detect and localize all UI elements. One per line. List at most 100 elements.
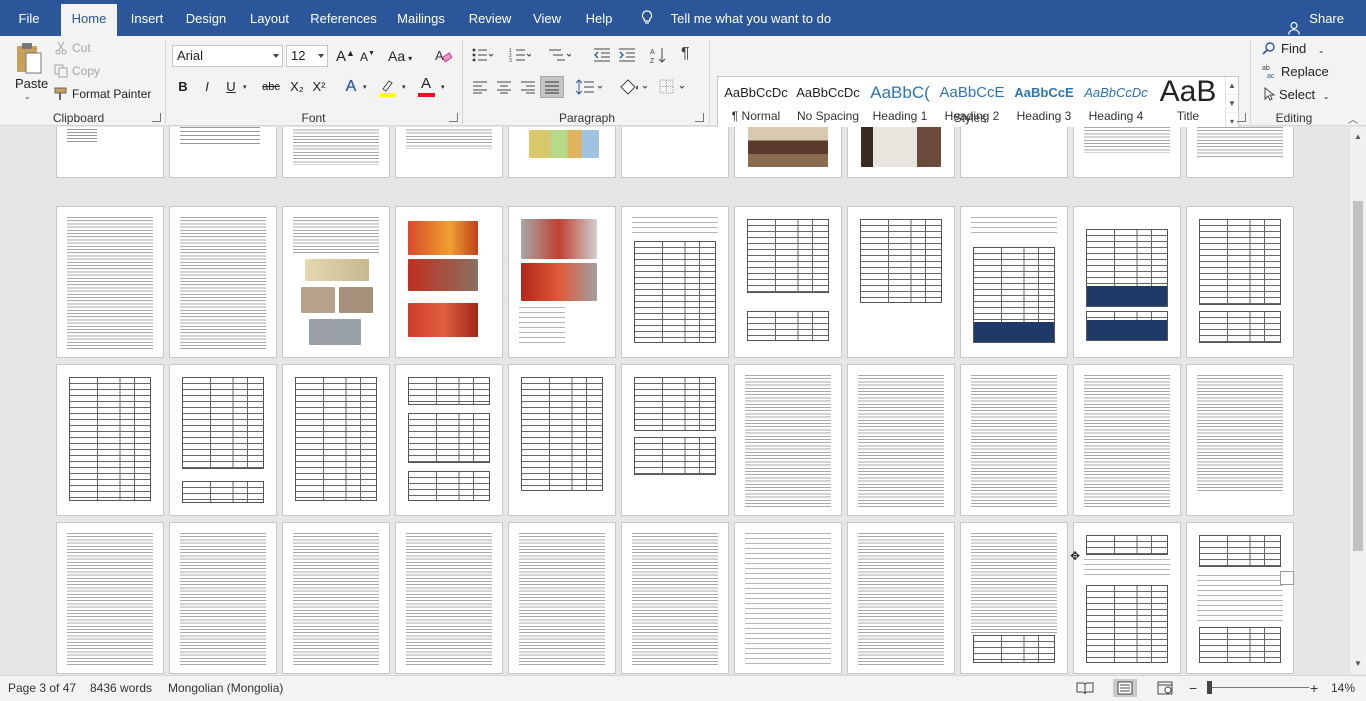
document-page[interactable] <box>735 207 841 357</box>
underline-dropdown-icon[interactable]: ▾ <box>243 83 247 91</box>
language-indicator[interactable]: Mongolian (Mongolia) <box>168 676 283 700</box>
document-page[interactable] <box>1074 523 1180 673</box>
document-page[interactable] <box>1074 207 1180 357</box>
borders-icon[interactable] <box>658 78 688 99</box>
document-page[interactable] <box>848 365 954 515</box>
subscript-button[interactable]: X₂ <box>286 76 308 98</box>
document-page[interactable] <box>509 207 615 357</box>
document-page[interactable] <box>961 127 1067 177</box>
document-page[interactable] <box>170 207 276 357</box>
document-page[interactable] <box>396 127 502 177</box>
zoom-out-button[interactable]: − <box>1189 676 1197 700</box>
text-effects-dropdown-icon[interactable]: ▾ <box>363 83 367 91</box>
cut-button[interactable]: Cut <box>72 41 91 55</box>
collapse-ribbon-icon[interactable]: ︿ <box>1348 111 1358 126</box>
tab-layout[interactable]: Layout <box>243 0 296 36</box>
font-dialog-launcher[interactable] <box>449 113 458 122</box>
replace-button[interactable]: Replace <box>1281 64 1329 79</box>
sort-icon[interactable]: AZ <box>650 46 668 67</box>
decrease-indent-icon[interactable] <box>593 47 611 66</box>
font-name-combo[interactable]: Arial <box>172 45 283 67</box>
underline-button[interactable]: U <box>220 76 242 98</box>
document-page[interactable] <box>57 523 163 673</box>
print-layout-icon[interactable] <box>1113 679 1137 697</box>
document-page[interactable] <box>1074 127 1180 177</box>
document-page[interactable] <box>509 127 615 177</box>
format-painter-button[interactable]: Format Painter <box>72 87 151 101</box>
clipboard-dialog-launcher[interactable] <box>152 113 161 122</box>
find-button[interactable]: Find ⌄ <box>1281 41 1325 56</box>
read-mode-icon[interactable] <box>1073 679 1097 697</box>
shrink-font-button[interactable]: A▼ <box>360 50 375 64</box>
document-page[interactable] <box>622 523 728 673</box>
font-size-combo[interactable]: 12 <box>286 45 328 67</box>
document-page[interactable] <box>57 207 163 357</box>
document-page[interactable] <box>396 207 502 357</box>
scroll-up-icon[interactable]: ▲ <box>1350 129 1366 145</box>
superscript-button[interactable]: X² <box>308 76 330 98</box>
tab-view[interactable]: View <box>528 0 566 36</box>
tab-file[interactable]: File <box>6 0 52 36</box>
document-page[interactable] <box>961 523 1067 673</box>
document-page[interactable] <box>283 365 389 515</box>
document-page[interactable] <box>170 365 276 515</box>
web-layout-icon[interactable] <box>1153 679 1177 697</box>
zoom-slider-thumb[interactable] <box>1207 681 1212 694</box>
gallery-up-icon[interactable]: ▲ <box>1226 77 1238 95</box>
highlighter-icon[interactable] <box>378 78 398 101</box>
document-page[interactable] <box>396 523 502 673</box>
bullets-icon[interactable] <box>471 47 494 66</box>
align-center-icon[interactable] <box>496 80 512 97</box>
document-page[interactable] <box>57 127 163 177</box>
scrollbar-thumb[interactable] <box>1353 201 1363 551</box>
align-left-icon[interactable] <box>472 80 488 97</box>
document-page[interactable] <box>1187 523 1293 673</box>
clear-formatting-icon[interactable]: A <box>434 47 453 68</box>
highlight-dropdown-icon[interactable]: ▾ <box>402 83 406 91</box>
tab-review[interactable]: Review <box>463 0 517 36</box>
document-page[interactable] <box>735 523 841 673</box>
strikethrough-button[interactable]: abc <box>258 76 284 98</box>
change-case-button[interactable]: Aa ▾ <box>388 48 412 64</box>
zoom-slider[interactable] <box>1209 687 1309 688</box>
justify-icon[interactable] <box>540 76 564 98</box>
tell-me-search[interactable]: Tell me what you want to do <box>641 0 831 36</box>
word-count[interactable]: 8436 words <box>90 676 152 700</box>
tab-references[interactable]: References <box>307 0 380 36</box>
resize-handle[interactable] <box>1280 571 1294 585</box>
paste-button[interactable]: Paste <box>15 76 48 91</box>
copy-button[interactable]: Copy <box>72 64 100 78</box>
tab-design[interactable]: Design <box>180 0 232 36</box>
scroll-down-icon[interactable]: ▼ <box>1350 656 1366 672</box>
font-color-dropdown-icon[interactable]: ▾ <box>441 83 445 91</box>
line-spacing-icon[interactable] <box>574 78 604 99</box>
document-page[interactable] <box>622 207 728 357</box>
grow-font-button[interactable]: A▲ <box>336 48 355 65</box>
increase-indent-icon[interactable] <box>618 47 636 66</box>
document-page[interactable] <box>622 365 728 515</box>
zoom-in-button[interactable]: + <box>1310 676 1318 700</box>
select-button[interactable]: Select ⌄ <box>1279 87 1329 102</box>
bold-button[interactable]: B <box>172 76 194 98</box>
document-page[interactable] <box>961 207 1067 357</box>
document-page[interactable] <box>848 207 954 357</box>
text-effects-button[interactable]: A <box>340 76 362 98</box>
document-page[interactable] <box>1074 365 1180 515</box>
document-page[interactable] <box>509 523 615 673</box>
document-page[interactable] <box>283 127 389 177</box>
document-page[interactable] <box>848 127 954 177</box>
paragraph-dialog-launcher[interactable] <box>695 113 704 122</box>
tab-insert[interactable]: Insert <box>124 0 170 36</box>
document-page[interactable] <box>283 207 389 357</box>
show-formatting-icon[interactable]: ¶ <box>681 45 690 63</box>
document-page[interactable] <box>735 365 841 515</box>
shading-icon[interactable] <box>618 77 650 100</box>
document-page[interactable] <box>509 365 615 515</box>
paste-icon[interactable] <box>14 42 44 78</box>
document-page[interactable] <box>848 523 954 673</box>
document-page[interactable] <box>283 523 389 673</box>
document-page[interactable] <box>735 127 841 177</box>
document-area[interactable]: ✥ <box>0 127 1349 674</box>
font-color-button[interactable]: A <box>415 73 437 95</box>
styles-dialog-launcher[interactable] <box>1237 113 1246 122</box>
